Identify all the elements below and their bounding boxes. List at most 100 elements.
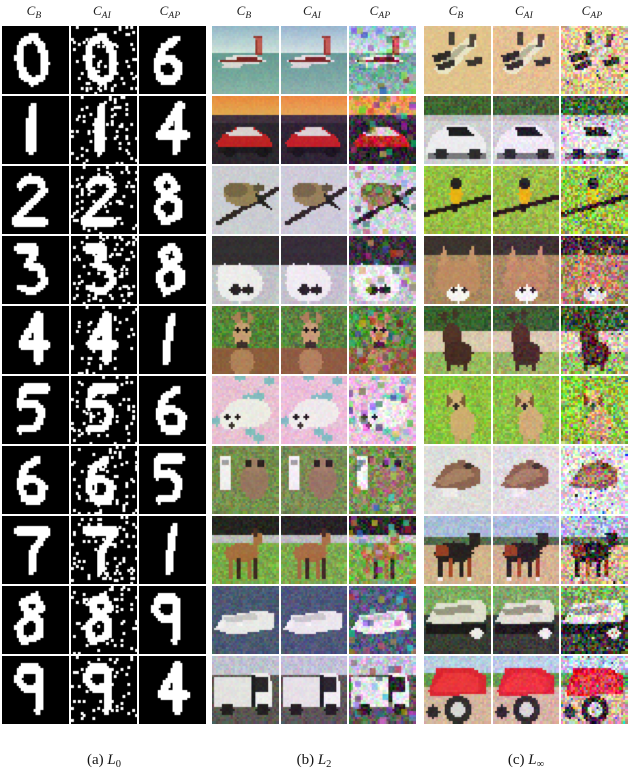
header-subscript: AI [311, 11, 322, 22]
panel-b-cell [349, 26, 416, 94]
panel-b-cell [349, 656, 416, 724]
cifar-clean-image [424, 656, 491, 724]
panel-c-cell [492, 586, 560, 654]
column-headers: CB CAI CAP CB CAI CAP CB CAI CAP [0, 0, 630, 24]
panel-a-cell [139, 236, 206, 304]
panel-a-cell [2, 26, 69, 94]
panel-c-cell [561, 586, 628, 654]
cifar-clean-image [212, 446, 279, 514]
cifar-adversarial-ap-image [349, 446, 416, 514]
panel-a-cell [2, 166, 69, 234]
column-header-cap-panel-c: CAP [560, 1, 624, 26]
cifar-clean-image [424, 166, 491, 234]
panel-a-cell [70, 376, 138, 444]
panel-c-cell [424, 376, 491, 444]
panel-c-cell [492, 376, 560, 444]
panel-a-cell [139, 376, 206, 444]
cifar-adversarial-ai-image [280, 516, 348, 584]
panel-c-cell [561, 26, 628, 94]
mnist-adversarial-ap-image [139, 96, 206, 164]
panel-c-cell [561, 516, 628, 584]
panel-c-cell [424, 306, 491, 374]
panel-c-cell [492, 236, 560, 304]
mnist-clean-image [2, 166, 69, 234]
cifar-adversarial-ai-image [492, 26, 560, 94]
cifar-adversarial-ai-image [492, 586, 560, 654]
cifar-adversarial-ai-image [280, 586, 348, 654]
header-subscript: AP [590, 11, 603, 22]
panel-a-cell [2, 656, 69, 724]
panel-b-cell [280, 306, 348, 374]
cifar-clean-image [424, 96, 491, 164]
cifar-clean-image [212, 166, 279, 234]
cifar-adversarial-ap-image [561, 376, 628, 444]
panel-a-grid [2, 26, 206, 724]
header-base: C [302, 3, 312, 18]
mnist-adversarial-ap-image [139, 166, 206, 234]
cifar-adversarial-ap-image [561, 26, 628, 94]
panel-a-cell [2, 306, 69, 374]
cifar-adversarial-ai-image [280, 26, 348, 94]
panel-b-cell [212, 26, 279, 94]
cifar-adversarial-ai-image [280, 306, 348, 374]
panel-b-cell [280, 586, 348, 654]
panel-a-cell [70, 26, 138, 94]
panel-c-cell [492, 26, 560, 94]
panel-b-cell [212, 446, 279, 514]
mnist-adversarial-ap-image [139, 446, 206, 514]
mnist-clean-image [2, 236, 69, 304]
cifar-adversarial-ai-image [492, 236, 560, 304]
cifar-clean-image [212, 586, 279, 654]
panel-a-cell [139, 656, 206, 724]
panel-a-cell [2, 376, 69, 444]
cifar-clean-image [424, 26, 491, 94]
caption-variable: L [107, 752, 116, 768]
cifar-adversarial-ai-image [280, 166, 348, 234]
mnist-adversarial-ai-image [70, 26, 138, 94]
mnist-adversarial-ap-image [139, 26, 206, 94]
panel-c-cell [492, 656, 560, 724]
panel-b-cell [349, 96, 416, 164]
panel-c-cell [424, 516, 491, 584]
cifar-clean-image [424, 376, 491, 444]
cifar-adversarial-ap-image [349, 586, 416, 654]
panel-a-cell [2, 586, 69, 654]
header-base: C [514, 3, 524, 18]
caption-panel-a: (a) L0 [2, 752, 206, 770]
cifar-adversarial-ai-image [492, 376, 560, 444]
panel-b-cell [280, 166, 348, 234]
panel-a-cell [70, 656, 138, 724]
panel-a-cell [70, 516, 138, 584]
cifar-clean-image [212, 96, 279, 164]
panel-a-mnist-l0 [2, 26, 206, 724]
mnist-adversarial-ai-image [70, 166, 138, 234]
cifar-adversarial-ap-image [349, 656, 416, 724]
cifar-adversarial-ai-image [280, 376, 348, 444]
panel-a-cell [2, 516, 69, 584]
mnist-adversarial-ai-image [70, 376, 138, 444]
cifar-adversarial-ap-image [349, 26, 416, 94]
panel-c-cell [492, 166, 560, 234]
mnist-clean-image [2, 26, 69, 94]
cifar-clean-image [212, 26, 279, 94]
panel-b-cell [349, 236, 416, 304]
panel-c-cell [561, 166, 628, 234]
cifar-clean-image [424, 236, 491, 304]
header-base: C [92, 3, 102, 18]
panel-a-cell [70, 446, 138, 514]
caption-subscript: ∞ [536, 759, 545, 771]
panel-b-cifar-l2 [212, 26, 416, 724]
cifar-clean-image [212, 236, 279, 304]
panel-b-cell [212, 656, 279, 724]
panel-c-grid [424, 26, 628, 724]
column-header-cb-panel-c: CB [424, 1, 488, 26]
cifar-adversarial-ap-image [561, 586, 628, 654]
column-header-cap-panel-a: CAP [138, 1, 202, 26]
panel-a-cell [139, 26, 206, 94]
cifar-adversarial-ai-image [492, 96, 560, 164]
header-subscript: AP [168, 11, 181, 22]
panel-b-cell [280, 376, 348, 444]
cifar-clean-image [212, 376, 279, 444]
panel-b-cell [280, 516, 348, 584]
panel-c-cell [424, 446, 491, 514]
